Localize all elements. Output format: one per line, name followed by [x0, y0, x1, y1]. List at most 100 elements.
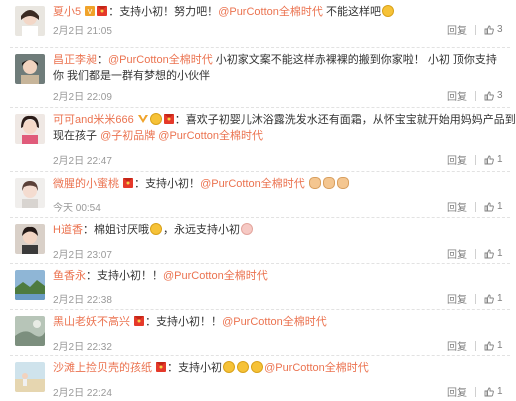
username[interactable]: 夏小5: [53, 6, 81, 18]
reply-button[interactable]: 回复: [447, 246, 467, 261]
like-count: 3: [497, 24, 503, 35]
reply-button[interactable]: 回复: [447, 88, 467, 103]
avatar[interactable]: [15, 114, 45, 144]
avatar[interactable]: [15, 224, 45, 254]
avatar[interactable]: [15, 54, 45, 84]
comment-actions: 回复 1: [447, 384, 503, 399]
avatar[interactable]: [15, 316, 45, 346]
avatar[interactable]: [15, 178, 45, 208]
comment-body-line2: 现在孩子: [53, 130, 97, 142]
reply-button[interactable]: 回复: [447, 199, 467, 214]
reply-button[interactable]: 回复: [447, 22, 467, 37]
comment-prefix: ：: [134, 178, 146, 190]
thumbs-up-icon[interactable]: [484, 294, 494, 304]
svg-text:V: V: [88, 9, 93, 16]
comment-date: 2月2日 23:07: [53, 250, 112, 261]
victory-hand-emoji-icon: [336, 177, 349, 189]
like-count: 1: [497, 386, 503, 397]
comment-prefix: ：: [167, 362, 179, 374]
comment-text: 昌正李昶：@PurCotton全棉时代 小初家文案不能这样赤裸裸的搬到你家啦！ …: [53, 52, 497, 84]
sad-emoji-icon: [149, 223, 162, 235]
mention-link[interactable]: @PurCotton全棉时代: [200, 178, 305, 190]
list-item: 黑山老妖不高兴 ：支持小初！！@PurCotton全棉时代 2月2日 22:32…: [0, 310, 516, 356]
divider: [475, 24, 476, 35]
mention-link[interactable]: @PurCotton全棉时代: [163, 270, 268, 282]
comment-prefix: ：: [108, 6, 120, 18]
comment-date: 2月2日 22:24: [53, 388, 112, 399]
divider: [475, 293, 476, 304]
username[interactable]: 鱼香永: [53, 270, 86, 282]
red-envelope-icon: [123, 177, 134, 188]
reply-button[interactable]: 回复: [447, 384, 467, 399]
comment-suffix: ，永远支持小初: [162, 224, 240, 236]
list-item: 沙滩上捡贝壳的孩纸 ：支持小初 @PurCotton全棉时代 2月2日 22:24…: [0, 356, 516, 401]
username[interactable]: 黑山老妖不高兴: [53, 316, 130, 328]
username[interactable]: 可可and米米666: [53, 114, 134, 126]
thumbs-up-icon[interactable]: [484, 341, 494, 351]
victory-hand-emoji-icon: [322, 177, 335, 189]
comment-actions: 回复 1: [447, 152, 503, 167]
divider: [475, 386, 476, 397]
mention-link[interactable]: @PurCotton全棉时代: [218, 6, 323, 18]
comment-body: 支持小初: [178, 362, 223, 374]
comment-prefix: ：: [97, 54, 108, 66]
red-envelope-icon: [97, 5, 108, 16]
comment-text: 鱼香永：支持小初！！@PurCotton全棉时代: [53, 268, 486, 284]
mention-link[interactable]: @PurCotton全棉时代: [158, 130, 263, 142]
mention-link[interactable]: @PurCotton全棉时代: [264, 362, 369, 374]
laugh-emoji-icon: [237, 361, 250, 373]
comment-date: 今天 00:54: [53, 203, 101, 214]
heart-eyes-emoji-icon: [240, 223, 253, 235]
like-count: 1: [497, 154, 503, 165]
username[interactable]: 微腥的小蜜桃: [53, 178, 119, 190]
divider: [475, 201, 476, 212]
list-item: 鱼香永：支持小初！！@PurCotton全棉时代 2月2日 22:38 回复 1: [0, 264, 516, 310]
vip-badge-icon: V: [85, 5, 96, 16]
thumbs-up-icon[interactable]: [484, 249, 494, 259]
comment-body: 支持小初！！: [156, 316, 223, 328]
reply-button[interactable]: 回复: [447, 291, 467, 306]
divider: [475, 90, 476, 101]
comment-date: 2月2日 22:47: [53, 156, 112, 167]
thumbs-up-icon[interactable]: [484, 91, 494, 101]
mention-link[interactable]: @PurCotton全棉时代: [108, 54, 213, 66]
laugh-emoji-icon: [251, 361, 264, 373]
thumbs-up-icon[interactable]: [484, 25, 494, 35]
mention-link[interactable]: @子初品牌: [100, 130, 155, 142]
comment-body: 喜欢子初婴儿沐浴露洗发水还有面霜，从怀宝宝就开始用妈妈产品到: [185, 114, 516, 126]
like-count: 3: [497, 90, 503, 101]
laugh-emoji-icon: [381, 5, 394, 17]
comment-list: 夏小5 V ：支持小初！努力吧！@PurCotton全棉时代 不能这样吧 2月2日…: [0, 0, 516, 401]
thumbs-up-icon[interactable]: [484, 387, 494, 397]
avatar[interactable]: [15, 270, 45, 300]
red-envelope-icon: [163, 113, 174, 124]
comment-prefix: ：: [82, 224, 94, 236]
comment-date: 2月2日 21:05: [53, 26, 112, 37]
username[interactable]: 昌正李昶: [53, 54, 97, 66]
thumbs-up-icon[interactable]: [484, 202, 494, 212]
comment-text: 夏小5 V ：支持小初！努力吧！@PurCotton全棉时代 不能这样吧: [53, 4, 486, 20]
like-count: 1: [497, 201, 503, 212]
comment-actions: 回复 3: [447, 22, 503, 37]
comment-prefix: ：: [86, 270, 97, 282]
comment-text: 可可and米米666 ：喜欢子初婴儿沐浴露洗发水还有面霜，从怀宝宝就开始用妈妈产…: [53, 112, 516, 144]
list-item: 夏小5 V ：支持小初！努力吧！@PurCotton全棉时代 不能这样吧 2月2日…: [0, 0, 516, 48]
comment-text: 微腥的小蜜桃 ：支持小初！@PurCotton全棉时代: [53, 176, 486, 192]
reply-button[interactable]: 回复: [447, 152, 467, 167]
comment-actions: 回复 3: [447, 88, 503, 103]
reply-button[interactable]: 回复: [447, 338, 467, 353]
comment-text: 沙滩上捡贝壳的孩纸 ：支持小初 @PurCotton全棉时代: [53, 360, 486, 376]
username[interactable]: 沙滩上捡贝壳的孩纸: [53, 362, 152, 374]
mention-link[interactable]: @PurCotton全棉时代: [222, 316, 327, 328]
divider: [475, 154, 476, 165]
comment-suffix: 不能这样吧: [322, 6, 381, 18]
list-item: 可可and米米666 ：喜欢子初婴儿沐浴露洗发水还有面霜，从怀宝宝就开始用妈妈产…: [0, 108, 516, 172]
avatar[interactable]: [15, 362, 45, 392]
victory-hand-emoji-icon: [308, 177, 321, 189]
username[interactable]: H道香: [53, 224, 83, 236]
comment-date: 2月2日 22:09: [53, 92, 112, 103]
avatar[interactable]: [15, 6, 45, 36]
comment-actions: 回复 1: [447, 291, 503, 306]
thumbs-up-icon[interactable]: [484, 155, 494, 165]
like-count: 1: [497, 248, 503, 259]
